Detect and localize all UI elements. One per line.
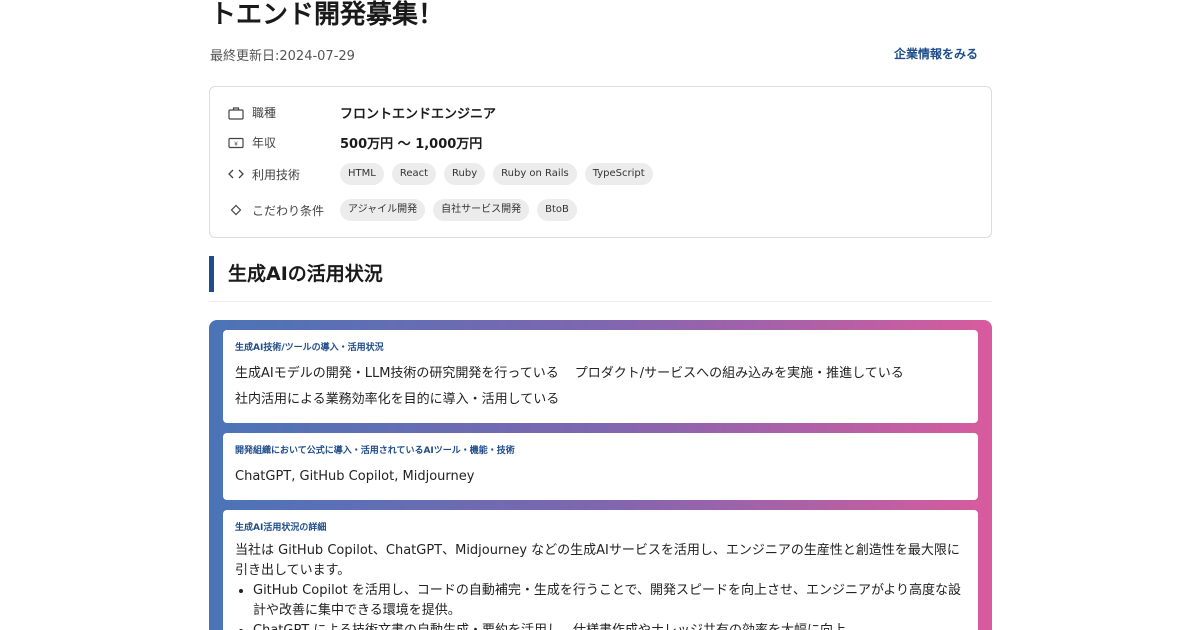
ai-details-label: 生成AI活用状況の詳細: [235, 523, 327, 533]
tech-label: 利用技術: [252, 167, 301, 182]
company-info-link[interactable]: 企業情報をみる: [894, 45, 978, 62]
yen-bill-icon: ¥: [228, 137, 244, 148]
preference-tags: アジャイル開発 自社サービス開発 BtoB: [340, 199, 577, 221]
ai-tools-label: 開発組織において公式に導入・活用されているAIツール・機能・技術: [235, 446, 515, 456]
salary-value: 500万円 〜 1,000万円: [340, 137, 483, 152]
list-item: GitHub Copilot を活用し、コードの自動補完・生成を行うことで、開発…: [253, 581, 966, 621]
preferences-label: こだわり条件: [252, 203, 325, 218]
job-type-row: 職種 フロントエンドエンジニア: [228, 103, 496, 122]
tech-tag: React: [391, 163, 437, 185]
job-type-label: 職種: [252, 106, 277, 120]
salary-label: 年収: [252, 136, 277, 150]
tech-row: 利用技術 HTML React Ruby Ruby on Rails TypeS…: [228, 163, 653, 185]
ai-details-card: 生成AI活用状況の詳細 当社は GitHub Copilot、ChatGPT、M…: [223, 510, 978, 630]
tech-tag: Ruby: [444, 163, 486, 185]
tech-tag: Ruby on Rails: [493, 163, 577, 185]
ai-status-item: 生成AIモデルの開発・LLM技術の研究開発を行っている: [235, 366, 559, 381]
job-type-value: フロントエンドエンジニア: [340, 107, 497, 122]
tech-tag: TypeScript: [584, 163, 653, 185]
tech-tag: HTML: [340, 163, 384, 185]
last-updated: 最終更新日:2024-07-29: [210, 49, 355, 64]
job-summary-card: 職種 フロントエンドエンジニア ¥ 年収 500万円 〜 1,000万円 利用技…: [209, 86, 992, 238]
ai-status-item: 社内活用による業務効率化を目的に導入・活用している: [235, 392, 560, 407]
svg-text:¥: ¥: [234, 141, 238, 148]
preference-tag: 自社サービス開発: [433, 199, 530, 221]
ai-status-item: プロダクト/サービスへの組み込みを実施・推進している: [574, 366, 904, 381]
preferences-row: こだわり条件 アジャイル開発 自社サービス開発 BtoB: [228, 199, 577, 221]
ai-status-card: 生成AI技術/ツールの導入・活用状況 生成AIモデルの開発・LLM技術の研究開発…: [223, 330, 978, 423]
ai-tools-text: ChatGPT, GitHub Copilot, Midjourney: [235, 469, 475, 484]
ai-usage-panel: 生成AI技術/ツールの導入・活用状況 生成AIモデルの開発・LLM技術の研究開発…: [209, 320, 992, 630]
diamond-icon: [230, 204, 242, 216]
briefcase-icon: [228, 106, 244, 120]
section-divider: [209, 301, 992, 302]
code-icon: [228, 169, 244, 179]
preference-tag: アジャイル開発: [340, 199, 426, 221]
preference-tag: BtoB: [537, 199, 577, 221]
ai-details-intro: 当社は GitHub Copilot、ChatGPT、Midjourney など…: [235, 543, 960, 578]
ai-details-list: GitHub Copilot を活用し、コードの自動補完・生成を行うことで、開発…: [235, 581, 966, 630]
ai-tools-card: 開発組織において公式に導入・活用されているAIツール・機能・技術 ChatGPT…: [223, 433, 978, 500]
section-title: 生成AIの活用状況: [209, 256, 383, 292]
list-item: ChatGPT による技術文書の自動生成・要約を活用し、仕様書作成やナレッジ共有…: [253, 621, 966, 630]
page-title: トエンド開発募集！: [210, 0, 445, 30]
ai-status-label: 生成AI技術/ツールの導入・活用状況: [235, 343, 384, 353]
salary-row: ¥ 年収 500万円 〜 1,000万円: [228, 133, 482, 152]
tech-tags: HTML React Ruby Ruby on Rails TypeScript: [340, 163, 653, 185]
